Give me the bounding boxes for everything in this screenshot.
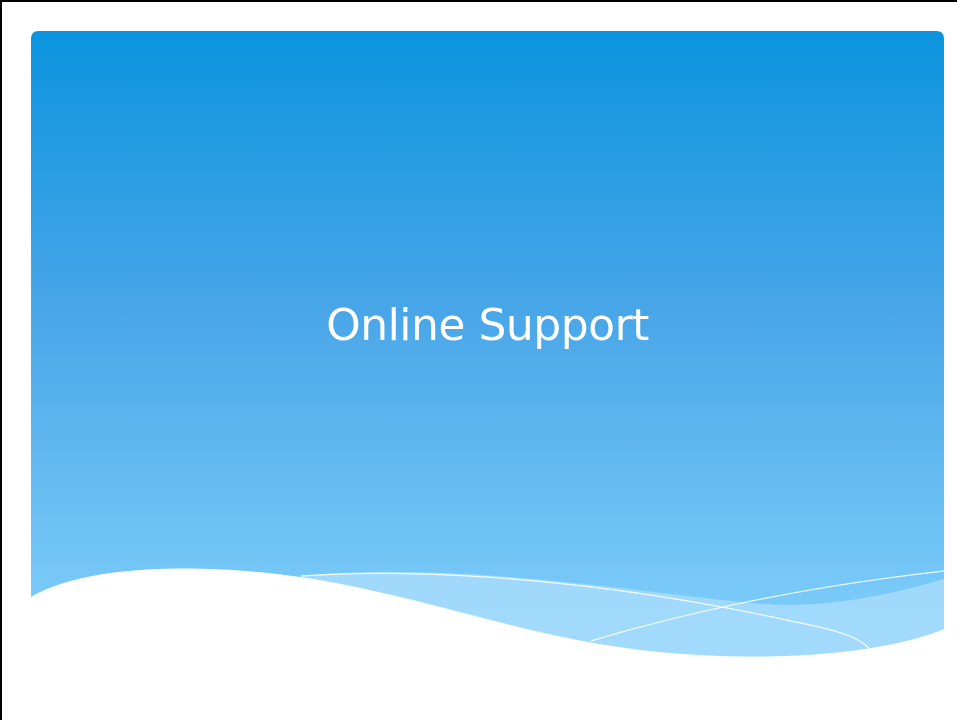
slide: Online Support: [0, 0, 957, 720]
slide-title: Online Support: [326, 300, 649, 351]
